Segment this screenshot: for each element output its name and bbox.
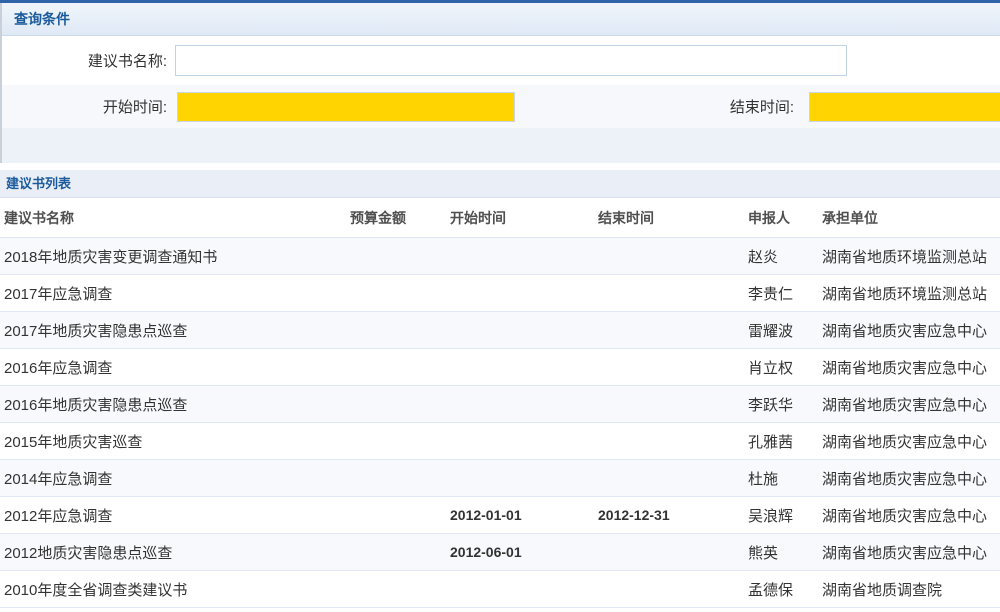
cell-name: 2017年应急调查 bbox=[0, 283, 346, 304]
cell-applicant: 孟德保 bbox=[742, 579, 818, 600]
table-row[interactable]: 2018年地质灾害变更调查通知书 赵炎 湖南省地质环境监测总站 bbox=[0, 238, 1000, 275]
cell-unit: 湖南省地质灾害应急中心 bbox=[818, 357, 1000, 378]
start-time-label: 开始时间: bbox=[2, 85, 167, 128]
table-row[interactable]: 2017年地质灾害隐患点巡查 雷耀波 湖南省地质灾害应急中心 bbox=[0, 312, 1000, 349]
table-row[interactable]: 2016年地质灾害隐患点巡查 李跃华 湖南省地质灾害应急中心 bbox=[0, 386, 1000, 423]
column-header-budget: 预算金额 bbox=[346, 208, 446, 228]
cell-unit: 湖南省地质灾害应急中心 bbox=[818, 431, 1000, 452]
cell-unit: 湖南省地质环境监测总站 bbox=[818, 283, 1000, 304]
column-header-name: 建议书名称 bbox=[0, 208, 346, 228]
cell-applicant: 肖立权 bbox=[742, 357, 818, 378]
proposal-name-label: 建议书名称: bbox=[2, 36, 167, 85]
cell-unit: 湖南省地质灾害应急中心 bbox=[818, 468, 1000, 489]
cell-name: 2018年地质灾害变更调查通知书 bbox=[0, 246, 346, 267]
cell-applicant: 孔雅茜 bbox=[742, 431, 818, 452]
cell-name: 2012地质灾害隐患点巡查 bbox=[0, 542, 346, 563]
query-panel-title: 查询条件 bbox=[14, 11, 70, 27]
query-panel-header: 查询条件 bbox=[2, 3, 1000, 36]
cell-name: 2010年度全省调查类建议书 bbox=[0, 579, 346, 600]
cell-name: 2015年地质灾害巡查 bbox=[0, 431, 346, 452]
cell-unit: 湖南省地质灾害应急中心 bbox=[818, 394, 1000, 415]
table-row[interactable]: 2017年应急调查 李贵仁 湖南省地质环境监测总站 bbox=[0, 275, 1000, 312]
column-header-end: 结束时间 bbox=[594, 208, 742, 228]
list-section-title: 建议书列表 bbox=[6, 176, 71, 191]
cell-unit: 湖南省地质环境监测总站 bbox=[818, 246, 1000, 267]
start-time-input[interactable] bbox=[177, 92, 515, 122]
cell-applicant: 杜施 bbox=[742, 468, 818, 489]
query-panel: 查询条件 建议书名称: 开始时间: 结束时间: bbox=[0, 3, 1000, 163]
cell-end: 2012-12-31 bbox=[594, 507, 742, 523]
cell-unit: 湖南省地质灾害应急中心 bbox=[818, 542, 1000, 563]
cell-applicant: 李跃华 bbox=[742, 394, 818, 415]
end-time-label: 结束时间: bbox=[674, 85, 794, 128]
cell-name: 2014年应急调查 bbox=[0, 468, 346, 489]
table-header-row: 建议书名称 预算金额 开始时间 结束时间 申报人 承担单位 bbox=[0, 198, 1000, 238]
table-row[interactable]: 2014年应急调查 杜施 湖南省地质灾害应急中心 bbox=[0, 460, 1000, 497]
column-header-applicant: 申报人 bbox=[742, 208, 818, 228]
cell-applicant: 雷耀波 bbox=[742, 320, 818, 341]
table-row[interactable]: 2012年应急调查 2012-01-01 2012-12-31 吴浪辉 湖南省地… bbox=[0, 497, 1000, 534]
query-form-row-name: 建议书名称: bbox=[2, 36, 1000, 85]
cell-unit: 湖南省地质调查院 bbox=[818, 579, 1000, 600]
table-row[interactable]: 2012地质灾害隐患点巡查 2012-06-01 熊英 湖南省地质灾害应急中心 bbox=[0, 534, 1000, 571]
cell-applicant: 吴浪辉 bbox=[742, 505, 818, 526]
cell-unit: 湖南省地质灾害应急中心 bbox=[818, 320, 1000, 341]
list-section-header: 建议书列表 bbox=[0, 170, 1000, 198]
column-header-unit: 承担单位 bbox=[818, 208, 1000, 228]
column-header-start: 开始时间 bbox=[446, 208, 594, 228]
table-row[interactable]: 2016年应急调查 肖立权 湖南省地质灾害应急中心 bbox=[0, 349, 1000, 386]
cell-name: 2012年应急调查 bbox=[0, 505, 346, 526]
proposal-name-input[interactable] bbox=[175, 45, 847, 76]
cell-applicant: 熊英 bbox=[742, 542, 818, 563]
query-panel-footer bbox=[2, 128, 1000, 163]
end-time-input[interactable] bbox=[809, 92, 1000, 122]
cell-name: 2016年应急调查 bbox=[0, 357, 346, 378]
cell-unit: 湖南省地质灾害应急中心 bbox=[818, 505, 1000, 526]
cell-start: 2012-06-01 bbox=[446, 544, 594, 560]
cell-applicant: 赵炎 bbox=[742, 246, 818, 267]
table-row[interactable]: 2015年地质灾害巡查 孔雅茜 湖南省地质灾害应急中心 bbox=[0, 423, 1000, 460]
query-form-row-dates: 开始时间: 结束时间: bbox=[2, 85, 1000, 128]
cell-start: 2012-01-01 bbox=[446, 507, 594, 523]
cell-name: 2016年地质灾害隐患点巡查 bbox=[0, 394, 346, 415]
cell-name: 2017年地质灾害隐患点巡查 bbox=[0, 320, 346, 341]
cell-applicant: 李贵仁 bbox=[742, 283, 818, 304]
table-row[interactable]: 2010年度全省调查类建议书 孟德保 湖南省地质调查院 bbox=[0, 571, 1000, 608]
section-gap bbox=[0, 163, 1000, 170]
table-body: 2018年地质灾害变更调查通知书 赵炎 湖南省地质环境监测总站 2017年应急调… bbox=[0, 238, 1000, 608]
